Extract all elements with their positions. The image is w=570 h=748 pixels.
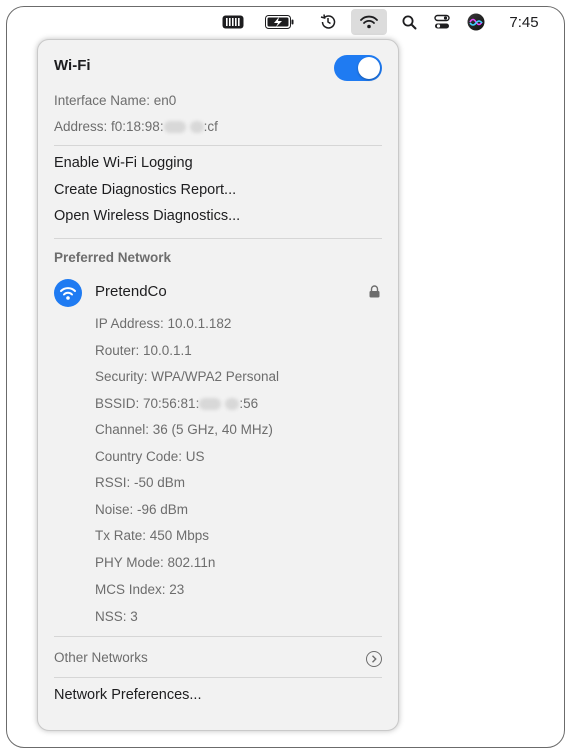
mac-address-suffix: :cf bbox=[203, 119, 218, 134]
separator bbox=[54, 677, 382, 678]
preferred-network-name[interactable]: PretendCo bbox=[95, 283, 382, 300]
network-preferences[interactable]: Network Preferences... bbox=[54, 687, 382, 703]
nss: NSS: 3 bbox=[95, 609, 138, 624]
menu-bar-clock[interactable]: 7:45 bbox=[499, 7, 549, 37]
tx-rate: Tx Rate: 450 Mbps bbox=[95, 528, 210, 543]
channel: Channel: 36 (5 GHz, 40 MHz) bbox=[95, 422, 273, 437]
menu-item-wireless-diagnostics[interactable]: Open Wireless Diagnostics... bbox=[54, 208, 382, 224]
wifi-menu-panel: Wi-Fi Interface Name: en0 Address: f0:18… bbox=[37, 39, 399, 731]
menu-item-diagnostics-report[interactable]: Create Diagnostics Report... bbox=[54, 182, 382, 198]
chevron-right-icon[interactable] bbox=[366, 651, 382, 667]
other-networks[interactable]: Other Networks bbox=[54, 650, 382, 665]
redacted-blur bbox=[163, 121, 186, 134]
menu-item-enable-logging[interactable]: Enable Wi-Fi Logging bbox=[54, 155, 382, 171]
bssid-suffix: :56 bbox=[239, 396, 259, 411]
mac-address: Address: f0:18:98: :cf bbox=[54, 119, 382, 134]
siri-icon[interactable] bbox=[463, 7, 489, 37]
phy-mode: PHY Mode: 802.11n bbox=[95, 555, 216, 570]
wifi-network-icon bbox=[54, 279, 82, 307]
bssid-prefix: BSSID: 70:56:81: bbox=[95, 396, 200, 411]
mac-address-prefix: Address: f0:18:98: bbox=[54, 119, 164, 134]
menu-bar: 7:45 bbox=[7, 7, 562, 37]
router: Router: 10.0.1.1 bbox=[95, 343, 192, 358]
noise: Noise: -96 dBm bbox=[95, 502, 189, 517]
wifi-toggle[interactable] bbox=[334, 55, 382, 81]
country-code: Country Code: US bbox=[95, 449, 205, 464]
mcs-index: MCS Index: 23 bbox=[95, 582, 185, 597]
control-center-icon[interactable] bbox=[429, 7, 455, 37]
separator bbox=[54, 636, 382, 637]
interface-name: Interface Name: en0 bbox=[54, 93, 177, 108]
redacted-blur bbox=[189, 121, 204, 134]
security: Security: WPA/WPA2 Personal bbox=[95, 369, 280, 384]
separator bbox=[54, 145, 382, 146]
redacted-blur bbox=[225, 398, 240, 411]
battery-charging-icon[interactable] bbox=[263, 7, 297, 37]
separator bbox=[54, 238, 382, 239]
lock-icon bbox=[369, 285, 380, 303]
preferred-network-header: Preferred Network bbox=[54, 250, 172, 265]
wifi-toggle-knob bbox=[358, 57, 380, 79]
bssid: BSSID: 70:56:81: :56 bbox=[95, 396, 382, 411]
ip-address: IP Address: 10.0.1.182 bbox=[95, 316, 232, 331]
wifi-title: Wi-Fi bbox=[54, 57, 91, 74]
memory-icon[interactable] bbox=[220, 7, 246, 37]
time-machine-icon[interactable] bbox=[316, 7, 340, 37]
redacted-blur bbox=[199, 398, 222, 411]
search-icon[interactable] bbox=[397, 7, 421, 37]
rssi: RSSI: -50 dBm bbox=[95, 475, 186, 490]
wifi-icon[interactable] bbox=[351, 9, 387, 35]
